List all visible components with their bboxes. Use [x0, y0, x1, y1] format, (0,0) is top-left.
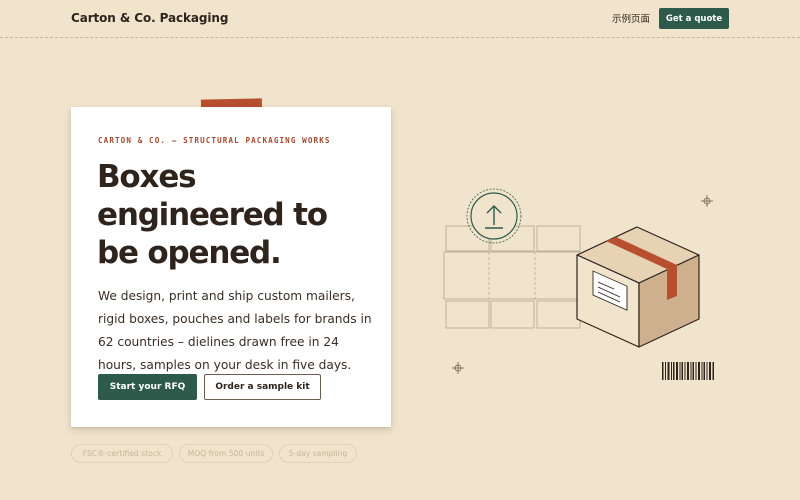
brand-logo[interactable]: Carton & Co. Packaging	[71, 11, 228, 25]
headline-line-3: be opened.	[97, 235, 282, 271]
start-rfq-button[interactable]: Start your RFQ	[98, 374, 197, 400]
hero-body: We design, print and ship custom mailers…	[98, 289, 372, 372]
crosshair-icon	[701, 195, 713, 207]
chip-fsc: FSC®-certified stock	[71, 444, 173, 463]
dieline-illustration	[443, 225, 581, 329]
hero-headline: Boxes engineered to be opened.	[97, 158, 387, 272]
nav-link-example-page[interactable]: 示例页面	[612, 11, 650, 25]
hero-eyebrow: CARTON & CO. – STRUCTURAL PACKAGING WORK…	[98, 136, 331, 145]
get-quote-button[interactable]: Get a quote	[659, 8, 729, 29]
packaging-illustration	[443, 188, 714, 380]
upload-icon	[466, 188, 522, 244]
headline-line-2: engineered to	[97, 197, 328, 233]
chip-moq: MOQ from 500 units	[179, 444, 273, 463]
order-sample-kit-button[interactable]: Order a sample kit	[204, 374, 321, 400]
site-header: Carton & Co. Packaging 示例页面 Get a quote	[0, 0, 800, 38]
chip-sampling: 5-day sampling	[279, 444, 357, 463]
headline-line-1: Boxes	[97, 159, 197, 195]
box-illustration	[576, 226, 700, 348]
barcode-icon	[662, 362, 714, 380]
crosshair-icon	[452, 362, 464, 374]
hero-card: CARTON & CO. – STRUCTURAL PACKAGING WORK…	[71, 107, 391, 427]
